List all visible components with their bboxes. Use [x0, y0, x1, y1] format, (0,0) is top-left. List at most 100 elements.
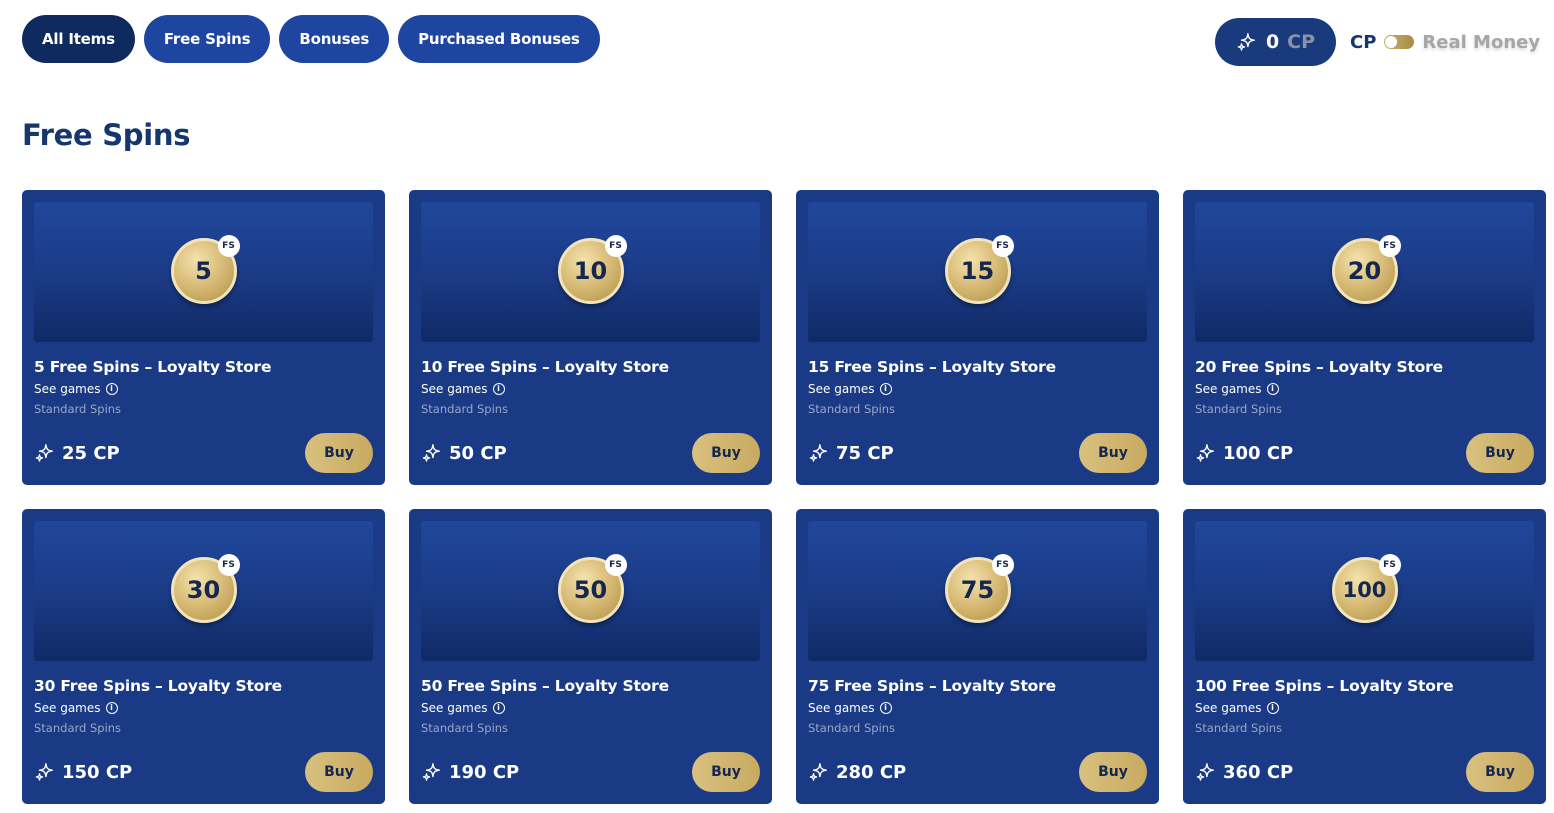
card-banner: 100 FS [1195, 521, 1534, 661]
fs-badge: FS [217, 554, 240, 576]
card-title: 50 Free Spins – Loyalty Store [421, 677, 669, 695]
price-label: 280 CP [836, 761, 907, 783]
fs-badge: FS [1378, 554, 1401, 576]
see-games-link[interactable]: See games i [1195, 382, 1534, 396]
price-label: 25 CP [62, 442, 120, 464]
buy-button[interactable]: Buy [1466, 433, 1534, 473]
card-footer: 280 CP Buy [808, 752, 1147, 792]
price-label: 150 CP [62, 761, 133, 783]
card-footer: 150 CP Buy [34, 752, 373, 792]
buy-button[interactable]: Buy [692, 433, 760, 473]
product-card: 75 FS 75 Free Spins – Loyalty Store See … [796, 509, 1159, 804]
filter-bonuses[interactable]: Bonuses [279, 15, 390, 63]
info-icon[interactable]: i [105, 383, 118, 395]
see-games-link[interactable]: See games i [808, 382, 1147, 396]
filter-free-spins[interactable]: Free Spins [143, 15, 271, 63]
coin-badge: 50 FS [557, 554, 627, 623]
buy-button[interactable]: Buy [692, 752, 760, 792]
see-games-label: See games [34, 701, 101, 715]
currency-toggle: CP Real Money [1350, 28, 1540, 56]
price: 25 CP [34, 442, 120, 464]
see-games-link[interactable]: See games i [34, 382, 373, 396]
see-games-link[interactable]: See games i [421, 701, 760, 715]
buy-button[interactable]: Buy [1079, 752, 1147, 792]
see-games-label: See games [1195, 701, 1262, 715]
spin-type: Standard Spins [34, 402, 122, 416]
card-title: 20 Free Spins – Loyalty Store [1195, 358, 1443, 376]
sparkle-icon [809, 763, 828, 781]
price: 360 CP [1195, 761, 1293, 783]
coin-badge: 100 FS [1331, 554, 1401, 623]
sparkle-icon [1196, 444, 1215, 462]
product-grid: 5 FS 5 Free Spins – Loyalty Store See ga… [22, 190, 1546, 804]
sparkle-icon [809, 444, 828, 462]
buy-button[interactable]: Buy [305, 433, 373, 473]
see-games-link[interactable]: See games i [421, 382, 760, 396]
price: 280 CP [808, 761, 906, 783]
info-icon[interactable]: i [105, 702, 118, 714]
see-games-label: See games [808, 382, 875, 396]
card-title: 100 Free Spins – Loyalty Store [1195, 677, 1454, 695]
coin-value: 10 [573, 257, 608, 285]
price-label: 100 CP [1223, 442, 1294, 464]
see-games-label: See games [421, 382, 488, 396]
product-card: 20 FS 20 Free Spins – Loyalty Store See … [1183, 190, 1546, 485]
price: 190 CP [421, 761, 519, 783]
card-title: 75 Free Spins – Loyalty Store [808, 677, 1056, 695]
card-banner: 20 FS [1195, 202, 1534, 342]
product-card: 100 FS 100 Free Spins – Loyalty Store Se… [1183, 509, 1546, 804]
spin-type: Standard Spins [1195, 721, 1283, 735]
coin-value: 5 [195, 257, 212, 285]
fs-badge: FS [604, 235, 627, 257]
info-icon[interactable]: i [492, 702, 505, 714]
spin-type: Standard Spins [808, 721, 896, 735]
card-title: 10 Free Spins – Loyalty Store [421, 358, 669, 376]
product-card: 10 FS 10 Free Spins – Loyalty Store See … [409, 190, 772, 485]
fs-badge: FS [1378, 235, 1401, 257]
coin-badge: 75 FS [944, 554, 1014, 623]
see-games-link[interactable]: See games i [1195, 701, 1534, 715]
sparkle-icon [1237, 33, 1255, 51]
see-games-link[interactable]: See games i [808, 701, 1147, 715]
see-games-label: See games [1195, 382, 1262, 396]
info-icon[interactable]: i [1266, 383, 1279, 395]
info-icon[interactable]: i [879, 383, 892, 395]
info-icon[interactable]: i [492, 383, 505, 395]
card-title: 15 Free Spins – Loyalty Store [808, 358, 1056, 376]
buy-button[interactable]: Buy [1466, 752, 1534, 792]
currency-switch[interactable] [1384, 35, 1415, 49]
price: 150 CP [34, 761, 132, 783]
buy-button[interactable]: Buy [1079, 433, 1147, 473]
price-label: 190 CP [449, 761, 520, 783]
sparkle-icon [35, 763, 54, 781]
coin-value: 75 [960, 576, 995, 604]
see-games-label: See games [421, 701, 488, 715]
see-games-label: See games [808, 701, 875, 715]
product-card: 50 FS 50 Free Spins – Loyalty Store See … [409, 509, 772, 804]
coin-value: 15 [960, 257, 995, 285]
cp-balance: 0 CP [1215, 18, 1336, 66]
product-card: 15 FS 15 Free Spins – Loyalty Store See … [796, 190, 1159, 485]
coin-badge: 20 FS [1331, 235, 1401, 304]
fs-badge: FS [991, 554, 1014, 576]
price: 50 CP [421, 442, 507, 464]
product-card: 30 FS 30 Free Spins – Loyalty Store See … [22, 509, 385, 804]
filter-all-items[interactable]: All Items [22, 15, 135, 63]
card-footer: 190 CP Buy [421, 752, 760, 792]
card-footer: 75 CP Buy [808, 433, 1147, 473]
buy-button[interactable]: Buy [305, 752, 373, 792]
info-icon[interactable]: i [1266, 702, 1279, 714]
switch-knob [1385, 36, 1398, 48]
top-bar: All Items Free Spins Bonuses Purchased B… [0, 0, 1554, 80]
sparkle-icon [1196, 763, 1215, 781]
info-icon[interactable]: i [879, 702, 892, 714]
price: 100 CP [1195, 442, 1293, 464]
filter-purchased-bonuses[interactable]: Purchased Bonuses [398, 15, 600, 63]
coin-value: 30 [186, 576, 221, 604]
see-games-link[interactable]: See games i [34, 701, 373, 715]
spin-type: Standard Spins [34, 721, 122, 735]
fs-badge: FS [604, 554, 627, 576]
card-banner: 50 FS [421, 521, 760, 661]
section-title: Free Spins [22, 118, 191, 152]
card-footer: 25 CP Buy [34, 433, 373, 473]
